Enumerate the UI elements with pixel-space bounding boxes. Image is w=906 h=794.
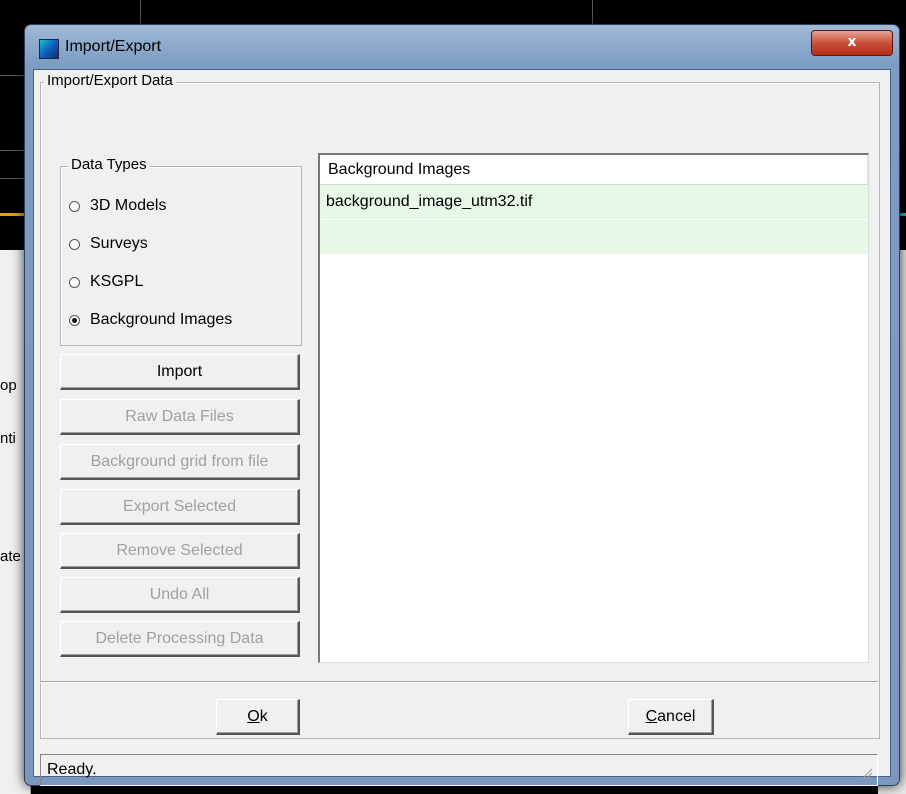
cancel-button[interactable]: Cancel bbox=[628, 699, 714, 735]
radio-button-icon bbox=[69, 276, 80, 288]
radio-surveys[interactable]: Surveys bbox=[69, 232, 148, 256]
raw-data-files-button[interactable]: Raw Data Files bbox=[60, 399, 300, 435]
data-types-label: Data Types bbox=[68, 156, 150, 173]
data-types-group: 3D Models Surveys KSGPL Background Image… bbox=[60, 166, 302, 346]
radio-label: 3D Models bbox=[90, 197, 167, 214]
list-item[interactable] bbox=[320, 220, 868, 255]
app-icon bbox=[39, 39, 59, 59]
import-export-data-label: Import/Export Data bbox=[44, 72, 176, 89]
background-label: op bbox=[0, 377, 17, 394]
import-export-dialog: Import/Export x Import/Export Data 3D Mo… bbox=[24, 24, 900, 786]
background-label: ate bbox=[0, 548, 21, 565]
background-grid-from-file-button[interactable]: Background grid from file bbox=[60, 444, 300, 480]
separator bbox=[40, 681, 878, 683]
background-label: nti bbox=[0, 430, 16, 447]
ok-label: k bbox=[259, 708, 268, 725]
title-bar[interactable]: Import/Export x bbox=[25, 25, 899, 67]
cancel-label: ancel bbox=[657, 708, 696, 725]
cancel-accelerator: C bbox=[645, 708, 658, 725]
close-button[interactable]: x bbox=[811, 30, 893, 56]
radio-label: Surveys bbox=[90, 235, 148, 252]
radio-background-images[interactable]: Background Images bbox=[69, 308, 232, 332]
radio-button-icon bbox=[69, 200, 80, 212]
export-selected-button[interactable]: Export Selected bbox=[60, 489, 300, 525]
radio-button-icon bbox=[69, 238, 80, 250]
list-item[interactable]: background_image_utm32.tif bbox=[320, 185, 868, 220]
undo-all-button[interactable]: Undo All bbox=[60, 577, 300, 613]
remove-selected-button[interactable]: Remove Selected bbox=[60, 533, 300, 569]
radio-3d-models[interactable]: 3D Models bbox=[69, 194, 166, 218]
dialog-title: Import/Export bbox=[65, 38, 162, 55]
radio-ksgpl[interactable]: KSGPL bbox=[69, 270, 143, 294]
ok-button[interactable]: Ok bbox=[216, 699, 300, 735]
radio-label: Background Images bbox=[90, 311, 233, 328]
ok-accelerator: O bbox=[247, 708, 260, 725]
status-bar: Ready. bbox=[40, 754, 878, 786]
resize-grip-icon[interactable] bbox=[857, 765, 873, 781]
radio-label: KSGPL bbox=[90, 273, 144, 290]
delete-processing-data-button[interactable]: Delete Processing Data bbox=[60, 621, 300, 657]
import-button[interactable]: Import bbox=[60, 354, 300, 390]
list-column-header[interactable]: Background Images bbox=[320, 155, 868, 185]
radio-button-selected-icon bbox=[69, 314, 80, 326]
status-text: Ready. bbox=[47, 761, 97, 778]
background-images-list[interactable]: Background Images background_image_utm32… bbox=[318, 153, 869, 663]
dialog-client-area: Import/Export Data 3D Models Surveys KSG… bbox=[33, 69, 891, 786]
